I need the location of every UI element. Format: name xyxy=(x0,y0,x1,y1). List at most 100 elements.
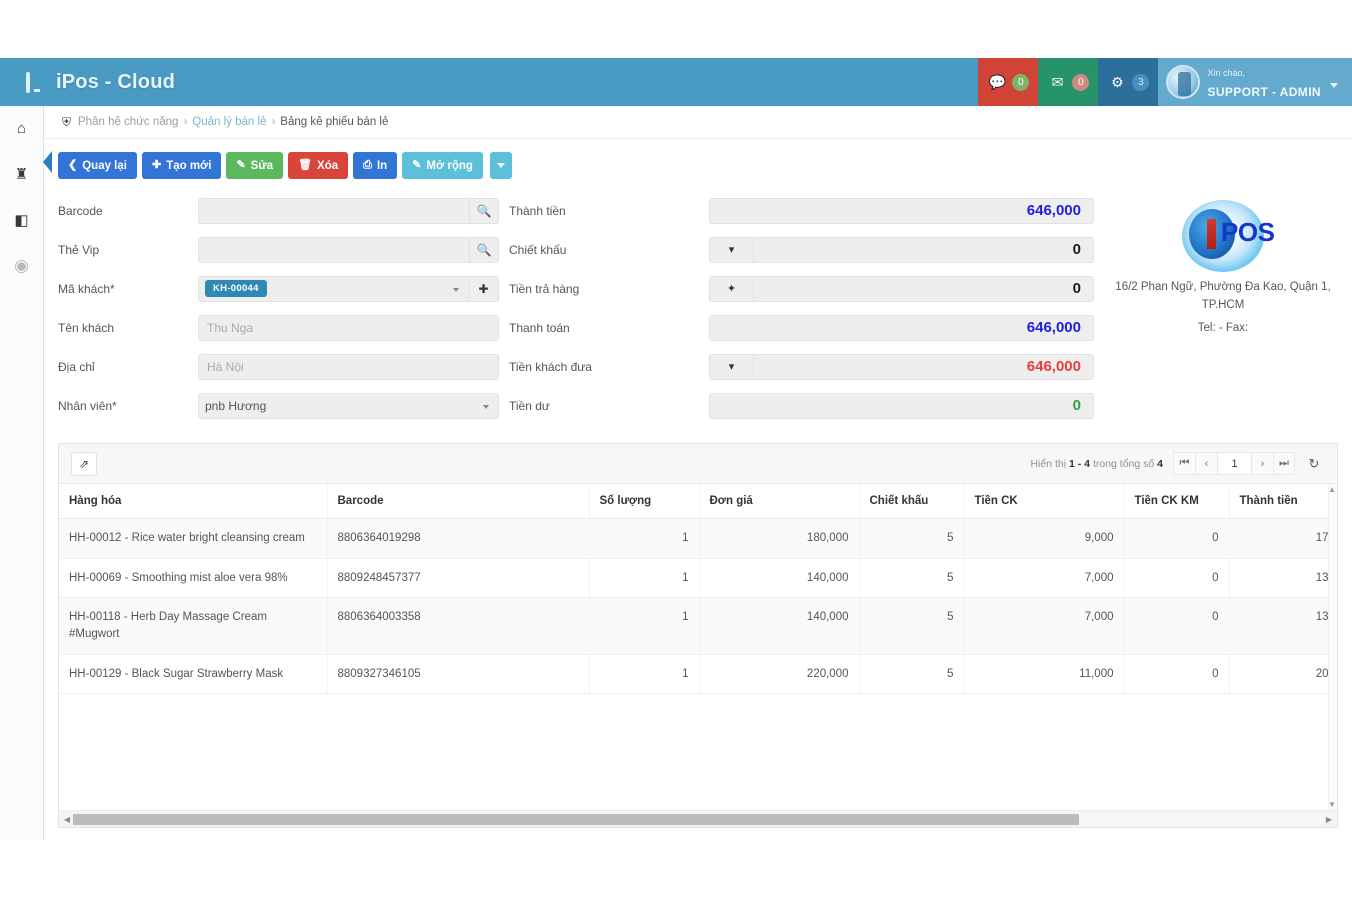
line-items-table: Hàng hóa Barcode Số lượng Đơn giá Chiết … xyxy=(59,484,1337,695)
mail-button[interactable]: ✉ 0 xyxy=(1038,58,1099,106)
search-icon-2[interactable]: 🔍 xyxy=(469,236,499,263)
hscroll-track[interactable] xyxy=(73,813,1323,825)
breadcrumb-current: Bảng kê phiếu bán lẻ xyxy=(280,116,389,128)
cell-price: 140,000 xyxy=(699,597,860,655)
sidebar-item-group[interactable]: ♜ xyxy=(8,162,36,186)
address-input[interactable] xyxy=(198,353,499,380)
current-page-input[interactable]: 1 xyxy=(1217,452,1251,475)
breadcrumb-level2[interactable]: Quản lý bán lẻ xyxy=(192,116,266,128)
sidebar-item-extra[interactable]: ◉ xyxy=(8,254,36,278)
chevron-down-icon[interactable] xyxy=(1330,82,1338,88)
table-row[interactable]: HH-00012 - Rice water bright cleansing c… xyxy=(59,518,1337,559)
edit-button-label: Sửa xyxy=(250,159,274,172)
search-icon[interactable]: 🔍 xyxy=(469,197,499,224)
cell-barcode: 8806364003358 xyxy=(327,597,590,655)
user-menu[interactable]: Xin chào, SUPPORT - ADMIN xyxy=(1158,58,1352,106)
breadcrumb-root[interactable]: Phân hệ chức năng xyxy=(78,116,178,128)
col-ck-km[interactable]: Tiền CK KM xyxy=(1124,484,1230,519)
scroll-up-icon[interactable]: ▲ xyxy=(1328,485,1336,494)
company-tel: Tel: - Fax: xyxy=(1197,321,1249,334)
next-page-button[interactable]: › xyxy=(1251,452,1273,475)
expand-dropdown-button[interactable] xyxy=(489,152,512,179)
vip-card-input[interactable] xyxy=(198,236,469,263)
table-header-row: Hàng hóa Barcode Số lượng Đơn giá Chiết … xyxy=(59,484,1337,519)
scroll-right-icon[interactable]: ▶ xyxy=(1323,815,1335,824)
first-page-button[interactable]: ⏮ xyxy=(1173,452,1195,475)
address-label: Địa chỉ xyxy=(58,359,95,374)
chevron-down-icon xyxy=(453,287,459,292)
col-ck[interactable]: Tiền CK xyxy=(964,484,1125,519)
table-row[interactable]: HH-00118 - Herb Day Massage Cream #Mugwo… xyxy=(59,597,1337,655)
cell-ck: 9,000 xyxy=(964,518,1125,559)
barcode-input[interactable] xyxy=(198,197,469,224)
cell-price: 180,000 xyxy=(699,518,860,559)
horizontal-scrollbar[interactable]: ◀ ▶ xyxy=(59,810,1337,827)
app-brand[interactable]: iPos - Cloud xyxy=(26,71,175,94)
ipos-logo: POS xyxy=(1169,197,1277,275)
new-button[interactable]: ✚ Tạo mới xyxy=(141,152,222,179)
col-price[interactable]: Đơn giá xyxy=(699,484,860,519)
tasks-button[interactable]: ⚙ 3 xyxy=(1098,58,1159,106)
cell-discount: 5 xyxy=(859,518,965,559)
col-discount[interactable]: Chiết khấu xyxy=(859,484,965,519)
discount-type-dropdown[interactable]: ▾ xyxy=(709,236,753,263)
user-labels: Xin chào, SUPPORT - ADMIN xyxy=(1207,62,1321,102)
company-address: 16/2 Phan Ngữ, Phường Đa Kao, Quận 1, TP… xyxy=(1115,281,1331,311)
cell-qty: 1 xyxy=(589,518,700,559)
circle-icon: ◉ xyxy=(14,256,29,275)
scroll-down-icon[interactable]: ▼ xyxy=(1328,800,1336,809)
scroll-left-icon[interactable]: ◀ xyxy=(61,815,73,824)
back-button-label: Quay lại xyxy=(82,159,127,172)
back-button[interactable]: ❮ Quay lại xyxy=(58,152,137,179)
cell-product: HH-00012 - Rice water bright cleansing c… xyxy=(59,518,328,559)
cell-price: 140,000 xyxy=(699,558,860,599)
action-toolbar: ❮ Quay lại ✚ Tạo mới ✎ Sửa 🗑 Xóa ⎙ In ✎ … xyxy=(43,139,1352,179)
expand-button[interactable]: ✎ Mở rộng xyxy=(402,152,483,179)
table-row[interactable]: HH-00129 - Black Sugar Strawberry Mask 8… xyxy=(59,654,1337,695)
cash-given-dropdown[interactable]: ▾ xyxy=(709,353,753,380)
cell-ck: 7,000 xyxy=(964,597,1125,655)
cell-qty: 1 xyxy=(589,558,700,599)
sidebar-item-book[interactable]: ◧ xyxy=(8,208,36,232)
prev-page-button[interactable]: ‹ xyxy=(1195,452,1217,475)
top-header-bar: iPos - Cloud 💬 0 ✉ 0 ⚙ 3 Xin chào, SUPPO… xyxy=(0,58,1352,106)
refresh-button[interactable]: ↻ xyxy=(1303,452,1325,475)
add-customer-button[interactable]: ✚ xyxy=(469,275,499,302)
vertical-scrollbar[interactable]: ▲ ▼ xyxy=(1328,484,1337,810)
edit-button[interactable]: ✎ Sửa xyxy=(226,152,284,179)
app-title: iPos - Cloud xyxy=(56,70,176,93)
table-row[interactable]: HH-00069 - Smoothing mist aloe vera 98% … xyxy=(59,558,1337,599)
cell-ck-km: 0 xyxy=(1124,558,1230,599)
field-discount: Chiết khấu ▾ 0 xyxy=(499,230,1094,269)
return-amount-value: 0 xyxy=(753,275,1094,302)
col-total[interactable]: Thành tiền xyxy=(1229,484,1337,519)
expand-arrows-icon[interactable]: ⇗ xyxy=(71,451,97,476)
pagination-range: 1 - 4 xyxy=(1069,457,1091,470)
printer-icon: ⎙ xyxy=(363,159,372,171)
return-amount-picker[interactable]: ✦ xyxy=(709,275,753,302)
trash-icon: 🗑 xyxy=(298,159,313,171)
pagination: Hiển thị 1 - 4 trong tổng số 4 ⏮ ‹ 1 › ⏭… xyxy=(1030,452,1325,475)
customer-name-input[interactable] xyxy=(198,314,499,341)
monitor-icon xyxy=(26,71,48,93)
pencil-icon-2: ✎ xyxy=(412,159,422,171)
return-amount-label: Tiền trả hàng xyxy=(509,281,580,296)
last-page-button[interactable]: ⏭ xyxy=(1273,452,1295,475)
hscroll-thumb[interactable] xyxy=(73,813,1080,825)
print-button[interactable]: ⎙ In xyxy=(353,152,398,179)
col-barcode[interactable]: Barcode xyxy=(327,484,590,519)
sitemap-icon: ⛨ xyxy=(62,114,72,129)
employee-select[interactable]: pnb Hương xyxy=(198,392,499,419)
delete-button[interactable]: 🗑 Xóa xyxy=(288,152,349,179)
cell-qty: 1 xyxy=(589,597,700,655)
cash-given-label: Tiền khách đưa xyxy=(509,359,592,374)
company-info-column: POS 16/2 Phan Ngữ, Phường Đa Kao, Quận 1… xyxy=(1094,191,1352,425)
col-qty[interactable]: Số lượng xyxy=(589,484,700,519)
sidebar-item-home[interactable]: ⌂ xyxy=(8,116,36,140)
pagination-prefix: Hiển thị xyxy=(1030,457,1067,470)
subtotal-value: 646,000 xyxy=(709,197,1094,224)
messages-button[interactable]: 💬 0 xyxy=(978,58,1039,106)
col-product[interactable]: Hàng hóa xyxy=(59,484,328,519)
customer-code-select[interactable]: KH-00044 xyxy=(198,275,469,302)
cash-given-value: 646,000 xyxy=(753,353,1094,380)
